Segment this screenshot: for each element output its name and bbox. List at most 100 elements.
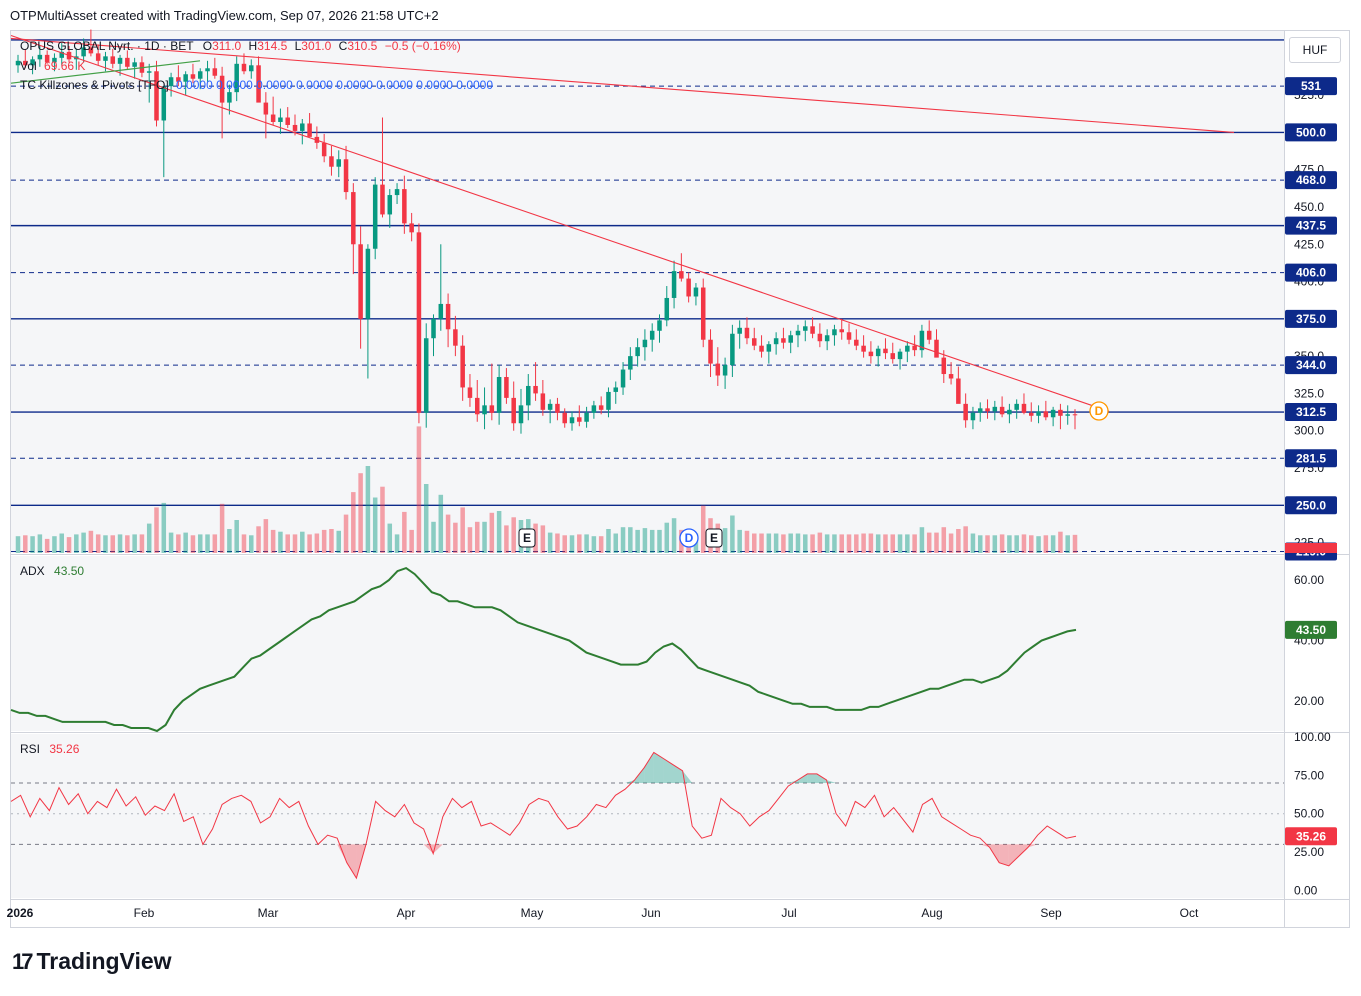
candle-body xyxy=(875,348,881,357)
candle-body xyxy=(569,417,575,424)
x-tick-label: Sep xyxy=(1040,906,1062,920)
volume-bar xyxy=(482,521,487,553)
candle-body xyxy=(431,318,436,339)
high-label: H xyxy=(248,39,258,53)
candle-body xyxy=(358,244,363,319)
candle-body xyxy=(292,124,298,131)
candle-body xyxy=(467,387,473,398)
rsi-tick-label: 25.00 xyxy=(1294,845,1324,859)
candle-body xyxy=(1021,403,1027,413)
volume-bar xyxy=(861,533,866,553)
candle-body xyxy=(598,405,604,410)
volume-bar xyxy=(15,536,21,553)
candle-body xyxy=(934,339,939,358)
x-tick-label: Feb xyxy=(134,906,155,920)
price-level-label: 437.5 xyxy=(1296,219,1326,233)
currency-button[interactable]: HUF xyxy=(1289,37,1341,63)
candle-body xyxy=(868,351,874,357)
candle-body xyxy=(438,303,444,319)
volume-bar xyxy=(941,527,947,553)
volume-bar xyxy=(934,532,939,553)
price-level-label: 468.0 xyxy=(1296,173,1326,187)
volume-bar xyxy=(1050,535,1056,553)
candle-body xyxy=(110,56,116,64)
rsi-label: RSI xyxy=(20,742,41,756)
candle-body xyxy=(890,353,896,360)
candle-body xyxy=(642,339,648,348)
candle-body xyxy=(351,192,356,245)
x-tick-label: May xyxy=(521,906,544,920)
candle-body xyxy=(526,385,531,406)
tradingview-logo[interactable]: 17 TradingView xyxy=(12,948,172,975)
candle-body xyxy=(416,232,422,413)
volume-bar xyxy=(657,529,662,553)
volume-bar xyxy=(803,534,808,553)
pivots-values: 0.0000 0.0000 0.0000 0.0000 0.0000 0.000… xyxy=(176,78,494,92)
candle-body xyxy=(482,405,487,415)
candle-body xyxy=(533,385,538,394)
rsi-tick-label: 100.00 xyxy=(1294,730,1331,744)
volume-bar xyxy=(926,532,932,553)
volume-bar xyxy=(183,532,188,553)
volume-bar xyxy=(722,528,728,553)
volume-bar xyxy=(985,535,990,553)
volume-bar xyxy=(380,486,385,553)
panel-bg-2 xyxy=(11,734,1284,898)
candle-body xyxy=(613,387,619,392)
volume-bar xyxy=(95,534,101,553)
symbol-legend: OPUS GLOBAL Nyrt. · 1D · BET O311.0 H314… xyxy=(20,39,461,53)
chart-canvas[interactable]: 2026FebMarAprMayJunJulAugSepOct550.0525.… xyxy=(0,0,1361,996)
candle-body xyxy=(620,369,626,388)
candle-body xyxy=(803,326,808,331)
volume-bar xyxy=(292,534,298,553)
volume-bar xyxy=(132,534,137,553)
volume-bar xyxy=(343,514,349,553)
volume-bar xyxy=(234,520,239,553)
rsi-legend: RSI 35.26 xyxy=(20,742,79,756)
volume-bar xyxy=(963,526,968,553)
rsi-overbought-fill xyxy=(807,773,817,784)
volume-bar xyxy=(249,535,254,553)
y-tick-label: 425.0 xyxy=(1294,237,1324,251)
candle-body xyxy=(693,287,699,297)
candle-body xyxy=(460,345,465,388)
marker-label: E xyxy=(710,531,718,545)
volume-bar xyxy=(540,525,546,553)
candle-body xyxy=(212,68,218,76)
volume-bar xyxy=(905,534,910,553)
volume-axis-label xyxy=(1285,543,1337,553)
volume-bar xyxy=(81,532,86,553)
volume-value: 69.66 K xyxy=(44,59,86,73)
volume-bar xyxy=(445,514,451,553)
volume-bar xyxy=(59,533,64,553)
candle-body xyxy=(985,408,990,412)
volume-bar xyxy=(241,534,247,553)
candle-body xyxy=(941,357,947,375)
candle-body xyxy=(1065,414,1070,416)
volume-bar xyxy=(190,535,196,553)
volume-bar xyxy=(635,529,640,553)
candle-body xyxy=(103,56,108,61)
x-tick-label: Jun xyxy=(641,906,660,920)
candle-body xyxy=(336,159,342,167)
candle-body xyxy=(956,378,961,404)
volume-bar xyxy=(321,529,327,553)
adx-legend: ADX 43.50 xyxy=(20,564,84,578)
volume-bar xyxy=(438,494,444,553)
open-value: 311.0 xyxy=(212,39,242,53)
volume-bar xyxy=(737,529,742,553)
candle-body xyxy=(810,326,815,334)
candle-body xyxy=(905,345,910,352)
price-level-label: 406.0 xyxy=(1296,266,1326,280)
candle-body xyxy=(671,271,677,298)
volume-bar xyxy=(788,533,793,553)
volume-bar xyxy=(387,523,393,553)
candle-body xyxy=(453,329,458,346)
candle-body xyxy=(547,403,553,410)
volume-bar xyxy=(372,497,378,553)
candle-body xyxy=(744,327,750,339)
volume-bar xyxy=(810,534,815,553)
volume-bar xyxy=(154,507,159,553)
candle-body xyxy=(1014,403,1019,410)
y-tick-label: 300.0 xyxy=(1294,424,1324,438)
